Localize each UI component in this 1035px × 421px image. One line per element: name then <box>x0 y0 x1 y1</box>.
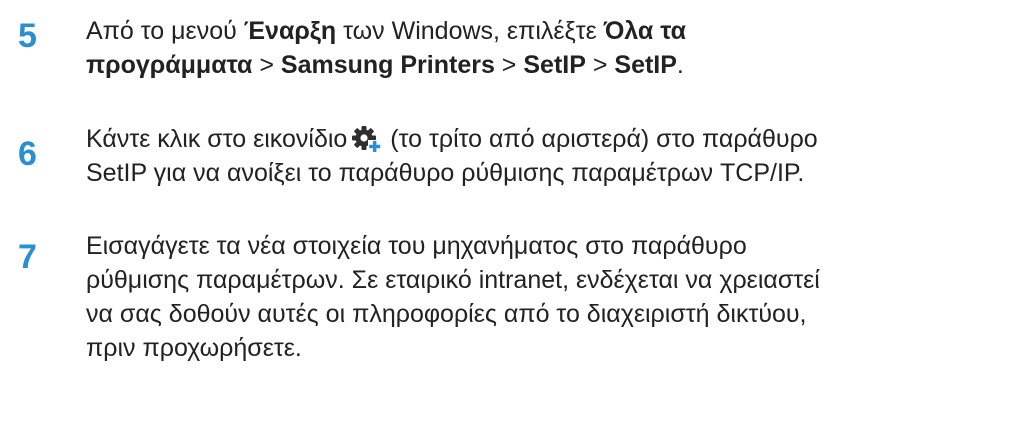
text-run: Κάντε κλικ στο εικονίδιο <box>86 125 348 153</box>
text-run: των Windows, επιλέξτε <box>336 17 604 45</box>
bold-term: SetIP <box>614 51 677 79</box>
step-text: Από το μενού Έναρξη των Windows, επιλέξτ… <box>86 14 1031 82</box>
settings-add-icon <box>351 125 382 153</box>
text-run: (το τρίτο από αριστερά) στο παράθυρο <box>383 125 818 153</box>
bold-term: Έναρξη <box>243 17 337 45</box>
step-line: SetIP για να ανοίξει το παράθυρο ρύθμιση… <box>86 159 805 187</box>
path-separator: > <box>585 51 615 79</box>
instruction-document: 5 Από το μενού Έναρξη των Windows, επιλέ… <box>0 0 1035 421</box>
bold-term: προγράμματα <box>86 51 253 79</box>
step-line: προγράμματα > Samsung Printers > SetIP >… <box>86 48 1031 82</box>
step-number: 6 <box>18 135 37 173</box>
text-run: Από το μενού <box>86 17 244 45</box>
path-separator: > <box>252 51 281 79</box>
step-line: Εισαγάγετε τα νέα στοιχεία του μηχανήματ… <box>86 232 747 260</box>
bold-term: Samsung Printers <box>280 51 495 79</box>
step-text: Κάντε κλικ στο εικονίδιο (το τρίτο από α… <box>86 122 1031 190</box>
bold-term: Όλα τα <box>603 17 687 45</box>
text-run: . <box>676 51 684 79</box>
step-line: πριν προχωρήσετε. <box>86 334 302 362</box>
step-text: Εισαγάγετε τα νέα στοιχεία του μηχανήματ… <box>86 229 1031 365</box>
step-line: να σας δοθούν αυτές οι πληροφορίες από τ… <box>86 300 807 328</box>
path-separator: > <box>494 51 524 79</box>
bold-term: SetIP <box>523 51 586 79</box>
step-line: ρύθμισης παραμέτρων. Σε εταιρικό intrane… <box>86 266 820 294</box>
step-line: Από το μενού Έναρξη των Windows, επιλέξτ… <box>86 14 1031 48</box>
step-number: 5 <box>18 17 37 55</box>
step-line: Κάντε κλικ στο εικονίδιο (το τρίτο από α… <box>86 122 1031 156</box>
step-number: 7 <box>18 238 37 276</box>
